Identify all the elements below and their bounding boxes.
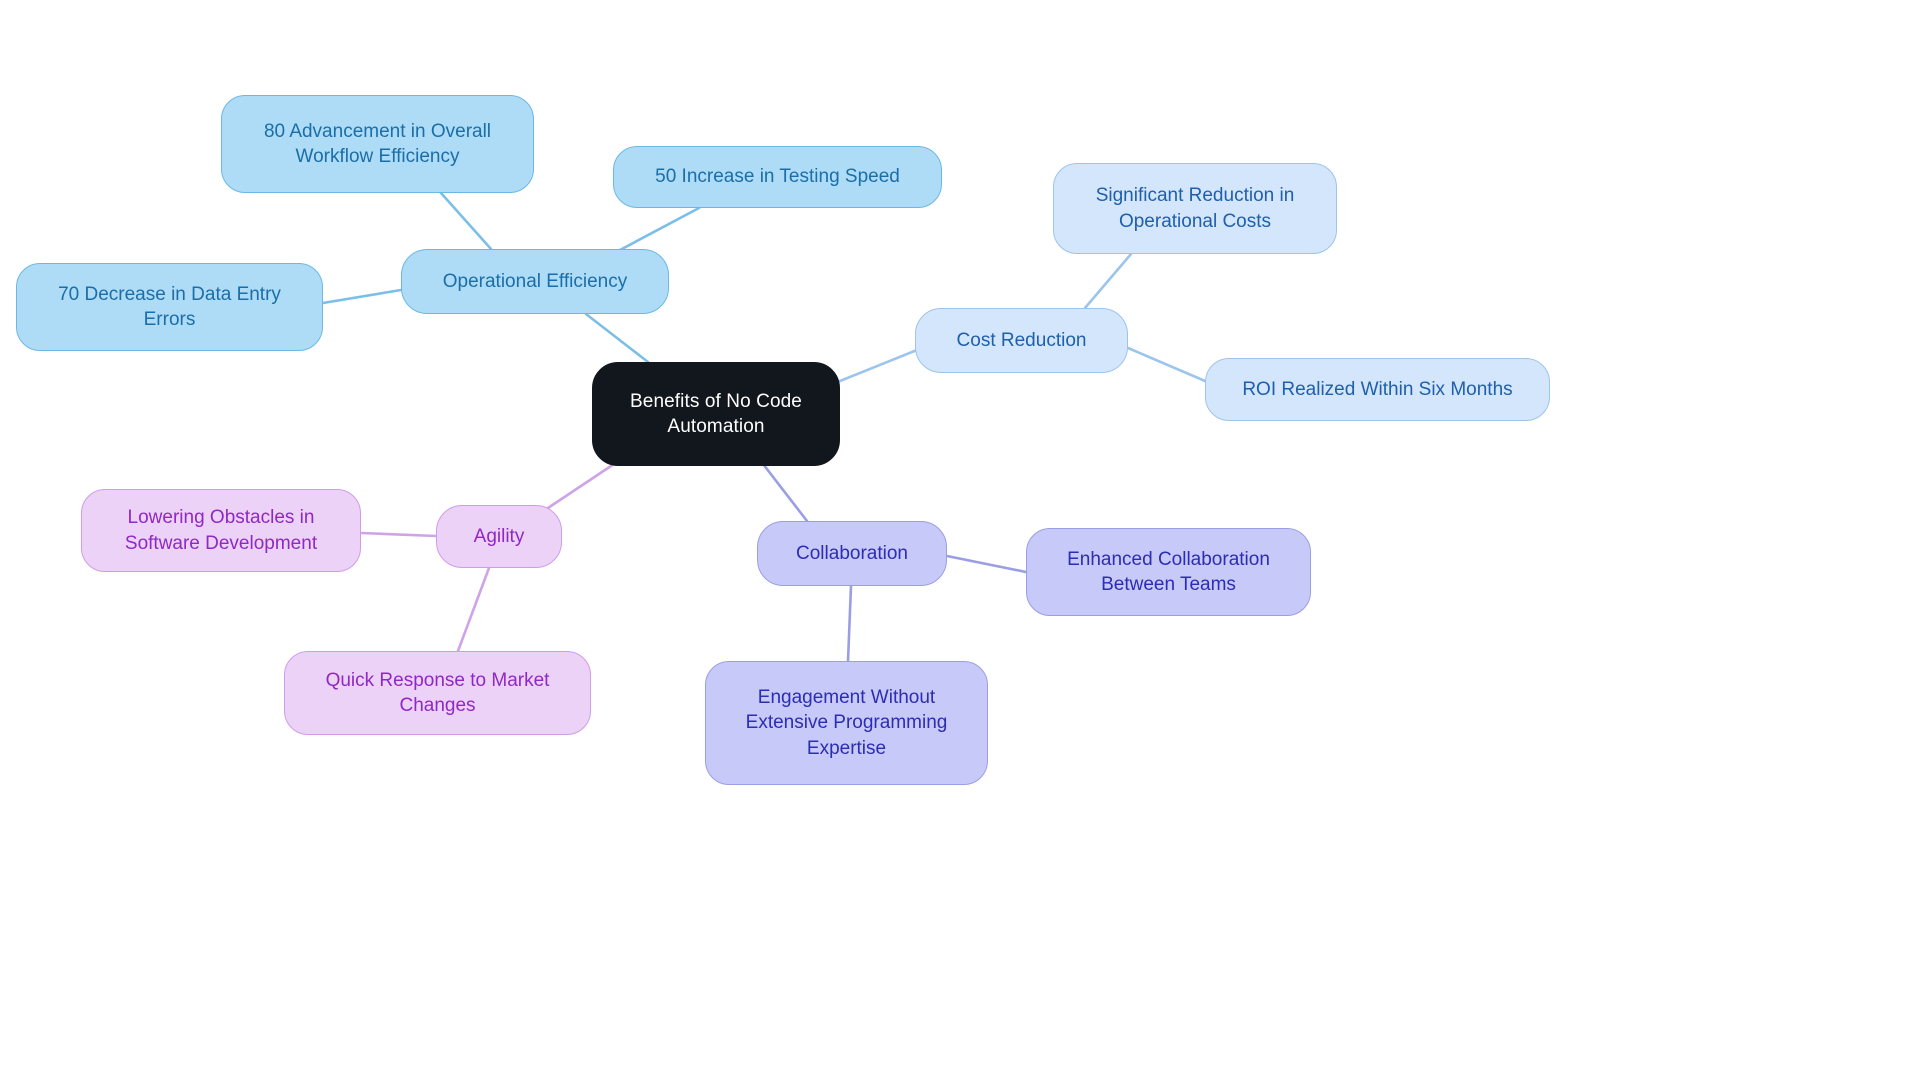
mindmap-node-advancement-workflow-efficiency[interactable]: 80 Advancement in Overall Workflow Effic… (221, 95, 534, 193)
mindmap-node-label: 80 Advancement in Overall Workflow Effic… (263, 120, 492, 167)
mindmap-node-label: Agility (473, 525, 525, 547)
mindmap-node-decrease-data-entry-errors[interactable]: 70 Decrease in Data Entry Errors (16, 263, 323, 351)
edge-operational-efficiency-testing-speed (618, 206, 701, 252)
mindmap-canvas: Benefits of No Code Automation Operationa… (0, 0, 1920, 1083)
mindmap-node-label: Quick Response to Market Changes (325, 669, 550, 716)
mindmap-node-enhanced-collaboration-between-teams[interactable]: Enhanced Collaboration Between Teams (1026, 528, 1311, 616)
mindmap-node-significant-reduction-operational-costs[interactable]: Significant Reduction in Operational Cos… (1053, 163, 1337, 254)
edge-agility-lowering-obstacles (359, 531, 438, 538)
mindmap-node-collaboration[interactable]: Collaboration (757, 521, 947, 586)
mindmap-node-label: Operational Efficiency (442, 270, 628, 292)
edge-root-agility (543, 462, 616, 512)
edge-collaboration-engagement (846, 584, 853, 663)
edge-operational-efficiency-data-entry (321, 288, 403, 305)
edge-agility-quick-response (456, 566, 491, 653)
mindmap-node-label: Enhanced Collaboration Between Teams (1067, 548, 1270, 595)
mindmap-node-quick-response-market-changes[interactable]: Quick Response to Market Changes (284, 651, 591, 735)
mindmap-node-label: Cost Reduction (956, 329, 1087, 351)
mindmap-node-label: Benefits of No Code Automation (630, 390, 802, 437)
edge-collaboration-enhanced (945, 554, 1028, 574)
mindmap-node-cost-reduction[interactable]: Cost Reduction (915, 308, 1128, 373)
edge-root-operational-efficiency (584, 312, 650, 364)
mindmap-node-engagement-without-programming-expertise[interactable]: Engagement Without Extensive Programming… (705, 661, 988, 785)
mindmap-node-label: Collaboration (796, 542, 908, 564)
edge-operational-efficiency-advancement (439, 191, 493, 251)
mindmap-node-label: Engagement Without Extensive Programming… (745, 687, 948, 759)
mindmap-node-roi-six-months[interactable]: ROI Realized Within Six Months (1205, 358, 1550, 421)
mindmap-node-lowering-obstacles-software-development[interactable]: Lowering Obstacles in Software Developme… (81, 489, 361, 572)
mindmap-node-label: Lowering Obstacles in Software Developme… (124, 507, 318, 554)
edge-root-cost-reduction (838, 346, 924, 383)
mindmap-node-operational-efficiency[interactable]: Operational Efficiency (401, 249, 669, 314)
edge-cost-reduction-roi (1126, 346, 1207, 383)
mindmap-node-increase-testing-speed[interactable]: 50 Increase in Testing Speed (613, 146, 942, 208)
mindmap-node-root[interactable]: Benefits of No Code Automation (592, 362, 840, 466)
edge-root-collaboration (758, 458, 809, 523)
mindmap-node-label: ROI Realized Within Six Months (1242, 378, 1513, 400)
mindmap-node-agility[interactable]: Agility (436, 505, 562, 568)
mindmap-node-label: 70 Decrease in Data Entry Errors (58, 283, 281, 330)
mindmap-node-label: 50 Increase in Testing Speed (655, 166, 900, 188)
mindmap-node-label: Significant Reduction in Operational Cos… (1095, 185, 1295, 232)
edge-cost-reduction-significant (1083, 252, 1133, 310)
